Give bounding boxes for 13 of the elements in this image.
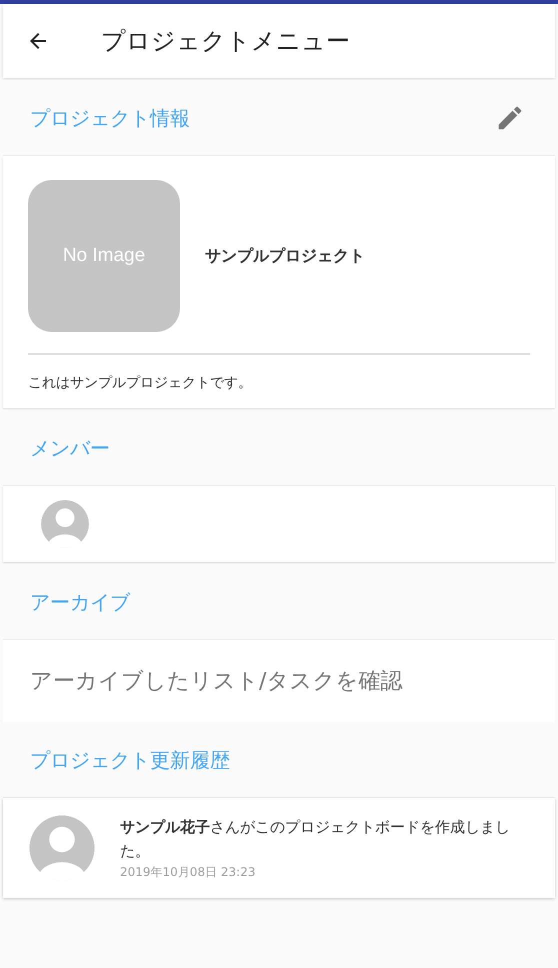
no-image-label: No Image	[62, 244, 146, 268]
page-title: プロジェクトメニュー	[101, 26, 350, 57]
section-title: プロジェクト情報	[30, 104, 190, 132]
history-timestamp: 2019年10月08日 23:23	[120, 864, 256, 881]
project-name: サンプルプロジェクト	[205, 245, 365, 267]
avatar-icon	[28, 814, 96, 882]
section-title: プロジェクト更新履歴	[30, 746, 230, 774]
section-title: メンバー	[30, 434, 110, 462]
project-description: これはサンプルプロジェクトです。	[28, 375, 252, 391]
section-title: アーカイブ	[30, 588, 130, 616]
avatar-icon	[40, 499, 90, 549]
history-message: サンプル花子さんがこのプロジェクトボードを作成しました。	[120, 817, 511, 862]
history-item[interactable]: サンプル花子さんがこのプロジェクトボードを作成しました。 2019年10月08日 23:23	[3, 798, 555, 898]
